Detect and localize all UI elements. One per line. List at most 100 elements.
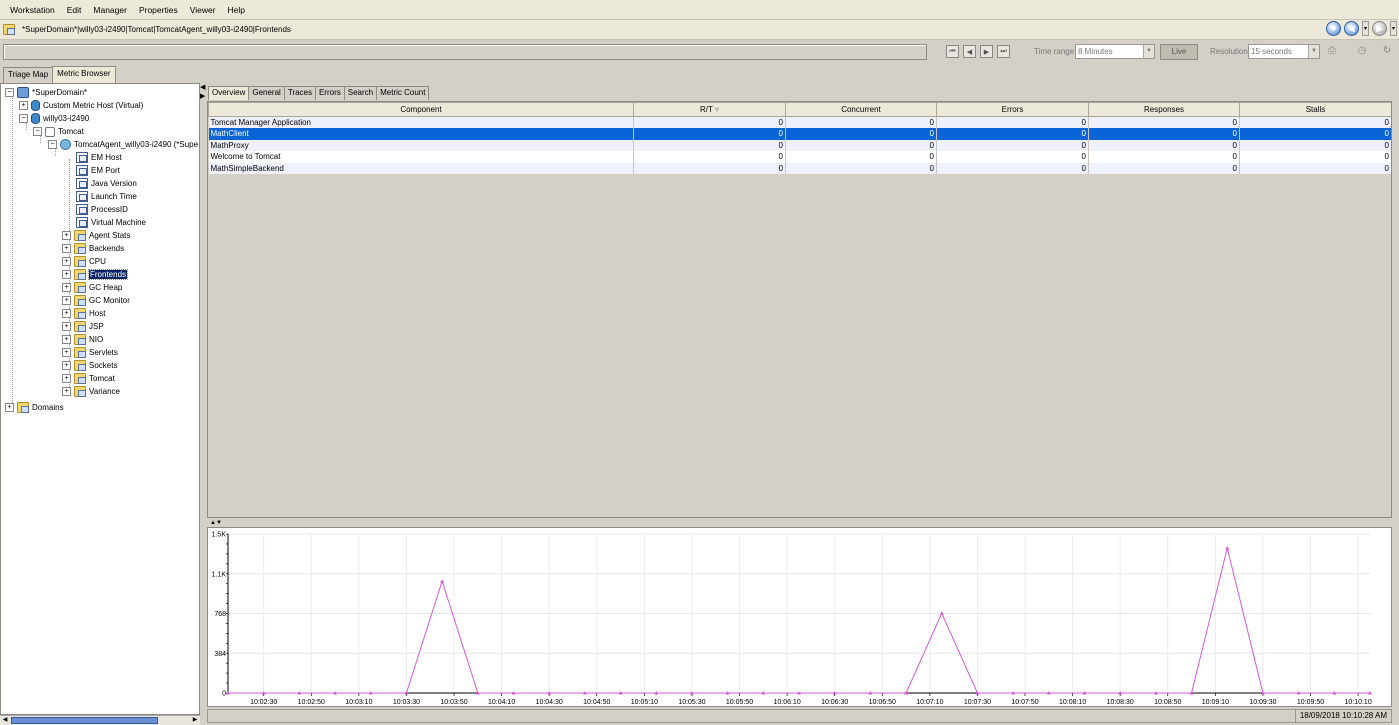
menu-manager[interactable]: Manager <box>87 5 133 15</box>
tree-folder-gc-monitor[interactable]: + GC Monitor <box>62 294 130 307</box>
tree-metric-em-host[interactable]: EM Host <box>76 151 122 164</box>
tab-overview[interactable]: Overview <box>208 86 250 100</box>
table-row[interactable]: Welcome to Tomcat 0 0 0 0 0 <box>208 151 1391 163</box>
expand-icon[interactable]: + <box>62 322 71 331</box>
tab-general[interactable]: General <box>248 86 285 100</box>
tree-horizontal-scrollbar[interactable]: ◀ ▶ <box>0 715 200 725</box>
cell-component: MathProxy <box>208 139 634 151</box>
tree-metric-launch-time[interactable]: Launch Time <box>76 190 137 203</box>
tree-folder-backends[interactable]: + Backends <box>62 242 124 255</box>
scroll-thumb[interactable] <box>11 717 158 724</box>
clock-icon[interactable]: ◷ <box>1356 45 1368 57</box>
last-icon[interactable]: ⏭ <box>997 45 1010 58</box>
menu-help[interactable]: Help <box>222 5 251 15</box>
scroll-left-icon[interactable]: ◀ <box>0 716 10 725</box>
menu-workstation[interactable]: Workstation <box>4 5 61 15</box>
expand-icon[interactable]: + <box>62 270 71 279</box>
tree-node-superdomain[interactable]: − *SuperDomain* <box>5 86 87 99</box>
search-input[interactable] <box>3 44 927 60</box>
collapse-icon[interactable]: − <box>5 88 14 97</box>
tab-errors[interactable]: Errors <box>314 86 345 100</box>
tree-folder-frontends[interactable]: + Frontends <box>62 268 129 281</box>
live-button[interactable]: Live <box>1160 44 1198 60</box>
tree-node-domains[interactable]: + Domains <box>5 401 64 414</box>
expand-icon[interactable]: + <box>62 309 71 318</box>
tree-folder-nio[interactable]: + NIO <box>62 333 103 346</box>
expand-icon[interactable]: + <box>62 257 71 266</box>
col-rt[interactable]: R/T ▿ <box>633 102 786 117</box>
tree-folder-cpu[interactable]: + CPU <box>62 255 106 268</box>
expand-icon[interactable]: + <box>62 231 71 240</box>
chart-splitter[interactable]: ▲▼ <box>210 520 222 526</box>
col-concurrent[interactable]: Concurrent <box>785 102 937 117</box>
tab-search[interactable]: Search <box>343 86 378 100</box>
col-stalls[interactable]: Stalls <box>1239 102 1391 117</box>
forward-dropdown[interactable]: ▾ <box>1390 21 1397 36</box>
expand-icon[interactable]: + <box>5 403 14 412</box>
tree-folder-variance[interactable]: + Variance <box>62 385 120 398</box>
cell-rt: 0 <box>633 151 786 163</box>
first-icon[interactable]: ⏮ <box>946 45 959 58</box>
panel-splitter[interactable]: ◀ ▶ <box>200 83 206 725</box>
expand-icon[interactable]: + <box>62 361 71 370</box>
tree-node-agent[interactable]: − TomcatAgent_willy03-i2490 (*Supe <box>48 138 198 151</box>
collapse-left-icon[interactable]: ◀ <box>200 83 205 91</box>
folder-icon <box>74 347 86 358</box>
step-back-icon[interactable]: ◀ <box>963 45 976 58</box>
tree-metric-em-port[interactable]: EM Port <box>76 164 120 177</box>
export-icon[interactable]: ⎙ <box>1326 45 1338 57</box>
cell-responses: 0 <box>1088 116 1240 128</box>
tree-folder-sockets[interactable]: + Sockets <box>62 359 117 372</box>
expand-icon[interactable]: + <box>62 244 71 253</box>
collapse-icon[interactable]: − <box>19 114 28 123</box>
table-row-selected[interactable]: MathClient 0 0 0 0 0 <box>208 128 1391 140</box>
expand-icon[interactable]: + <box>19 101 28 110</box>
expand-icon[interactable]: + <box>62 335 71 344</box>
expand-icon[interactable]: + <box>62 296 71 305</box>
table-row[interactable]: MathProxy 0 0 0 0 0 <box>208 139 1391 151</box>
expand-icon[interactable]: + <box>62 374 71 383</box>
scroll-right-icon[interactable]: ▶ <box>190 716 200 725</box>
tree-folder-jsp[interactable]: + JSP <box>62 320 104 333</box>
forward-button[interactable]: ▶ <box>1372 21 1387 36</box>
time-range-select[interactable]: 8 Minutes ▼ <box>1075 44 1155 59</box>
menu-viewer[interactable]: Viewer <box>184 5 222 15</box>
back-button[interactable]: ◀ <box>1344 21 1359 36</box>
back-dropdown[interactable]: ▾ <box>1362 21 1369 36</box>
tab-traces[interactable]: Traces <box>283 86 316 100</box>
expand-icon[interactable]: + <box>62 387 71 396</box>
tree-folder-tomcat[interactable]: + Tomcat <box>62 372 115 385</box>
step-forward-icon[interactable]: ▶ <box>980 45 993 58</box>
menu-properties[interactable]: Properties <box>133 5 184 15</box>
tree-folder-servlets[interactable]: + Servlets <box>62 346 118 359</box>
tab-triage-map[interactable]: Triage Map <box>3 67 54 83</box>
tree-folder-agent-stats[interactable]: + Agent Stats <box>62 229 130 242</box>
tree-node-tomcat[interactable]: − Tomcat <box>33 125 84 138</box>
tab-metric-count[interactable]: Metric Count <box>376 86 430 100</box>
tree-node-host[interactable]: − willy03-i2490 <box>19 112 89 125</box>
collapse-icon[interactable]: − <box>48 140 57 149</box>
tree-metric-java-version[interactable]: Java Version <box>76 177 137 190</box>
expand-icon[interactable]: + <box>62 348 71 357</box>
tree-metric-virtual-machine[interactable]: Virtual Machine <box>76 216 146 229</box>
refresh-icon[interactable]: ↻ <box>1381 45 1393 57</box>
tree-metric-processid[interactable]: ProcessID <box>76 203 128 216</box>
table-row[interactable]: Tomcat Manager Application 0 0 0 0 0 <box>208 116 1391 128</box>
tree-folder-gc-heap[interactable]: + GC Heap <box>62 281 122 294</box>
menu-edit[interactable]: Edit <box>61 5 88 15</box>
tab-metric-browser[interactable]: Metric Browser <box>52 66 116 83</box>
tree-folder-host[interactable]: + Host <box>62 307 105 320</box>
expand-icon[interactable]: + <box>62 283 71 292</box>
resolution-select[interactable]: 15 seconds ▼ <box>1248 44 1320 59</box>
collapse-icon[interactable]: − <box>33 127 42 136</box>
table-row[interactable]: MathSimpleBackend 0 0 0 0 0 <box>208 162 1391 174</box>
tree-node-label: Custom Metric Host (Virtual) <box>43 101 144 110</box>
col-errors[interactable]: Errors <box>936 102 1089 117</box>
globe-icon[interactable]: ✲ <box>1326 21 1341 36</box>
x-tick-label: 10:04:30 <box>536 699 563 706</box>
cell-rt: 0 <box>633 162 786 174</box>
col-component[interactable]: Component <box>208 102 634 117</box>
collapse-right-icon[interactable]: ▶ <box>200 92 205 100</box>
tree-node-custom-host[interactable]: + Custom Metric Host (Virtual) <box>19 99 143 112</box>
col-responses[interactable]: Responses <box>1088 102 1240 117</box>
